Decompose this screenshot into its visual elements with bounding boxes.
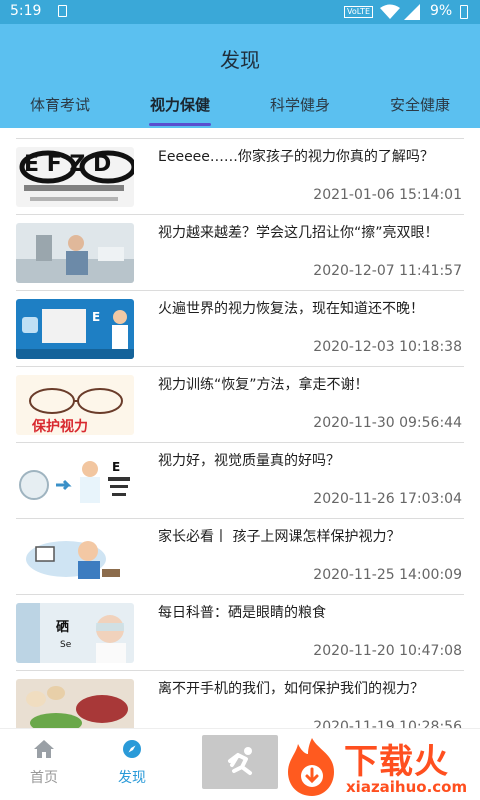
watermark-url: xiazaihuo.com — [346, 778, 468, 796]
category-tabs: 体育考试 视力保健 科学健身 安全健康 — [0, 88, 480, 128]
selenium-char: 硒 — [56, 620, 69, 635]
status-bar: 5:19 VoLTE 9% — [0, 0, 480, 24]
battery-percent: 9% — [430, 3, 453, 19]
selenium-symbol: Se — [60, 640, 72, 650]
list-item[interactable]: 离不开手机的我们，如何保护我们的视力？ 2020-11-19 10:28:56 — [16, 670, 464, 728]
article-date: 2020-12-03 10:18:38 — [313, 339, 462, 355]
watermark: 下载火 xiazaihuo.com — [284, 734, 480, 800]
exercise-button[interactable] — [202, 735, 278, 789]
flame-logo-icon — [288, 738, 334, 796]
list-item[interactable]: 保护视力 视力训练“恢复”方法，拿走不谢！ 2020-11-30 09:56:4… — [16, 366, 464, 442]
tab-label: 科学健身 — [269, 96, 330, 114]
list-item[interactable]: E 视力好，视觉质量真的好吗？ 2020-11-26 17:03:04 — [16, 442, 464, 518]
active-tab-indicator — [149, 123, 211, 126]
article-date: 2020-11-20 10:47:08 — [313, 643, 462, 659]
article-thumbnail: 保护视力 — [16, 375, 134, 435]
article-date: 2020-11-25 14:00:09 — [313, 567, 462, 583]
watermark-brand: 下载火 — [344, 742, 449, 782]
svg-text:E: E — [92, 310, 100, 324]
tab-label: 安全健康 — [389, 96, 450, 114]
home-icon — [34, 740, 54, 758]
article-title: 视力越来越差？学会这几招让你“擦”亮双眼！ — [158, 225, 439, 241]
tab-label: 体育考试 — [29, 96, 90, 114]
tab-vision-care[interactable]: 视力保健 — [120, 88, 240, 128]
nav-home-label: 首页 — [30, 770, 58, 786]
wifi-icon — [380, 4, 400, 19]
article-list[interactable]: E F Z D Eeeeee……你家孩子的视力你真的了解吗？ 2021-01-0… — [0, 128, 480, 728]
status-time: 5:19 — [10, 3, 42, 19]
article-date: 2021-01-06 15:14:01 — [313, 187, 462, 203]
list-item[interactable]: 硒 Se 每日科普：硒是眼睛的粮食 2020-11-20 10:47:08 — [16, 594, 464, 670]
article-date: 2020-12-07 11:41:57 — [313, 263, 462, 279]
glasses-caption: 保护视力 — [31, 418, 88, 435]
article-thumbnail: E — [16, 451, 134, 511]
compass-icon — [123, 740, 141, 758]
article-title: Eeeeee……你家孩子的视力你真的了解吗？ — [158, 149, 434, 165]
running-icon — [228, 747, 252, 775]
volte-badge: VoLTE — [344, 6, 374, 18]
tab-scientific-fitness[interactable]: 科学健身 — [240, 88, 360, 128]
list-item[interactable]: 视力越来越差？学会这几招让你“擦”亮双眼！ 2020-12-07 11:41:5… — [16, 214, 464, 290]
article-date: 2020-11-30 09:56:44 — [313, 415, 462, 431]
article-title: 火遍世界的视力恢复法，现在知道还不晚！ — [158, 301, 424, 317]
article-thumbnail — [16, 679, 134, 728]
sim-card-icon — [58, 5, 67, 17]
app-header: 发现 体育考试 视力保健 科学健身 安全健康 — [0, 24, 480, 128]
page-title: 发现 — [220, 48, 260, 72]
list-item[interactable]: E 火遍世界的视力恢复法，现在知道还不晚！ 2020-12-03 10:18:3… — [16, 290, 464, 366]
article-thumbnail: E F Z D — [16, 147, 134, 207]
svg-text:E: E — [112, 460, 120, 474]
article-title: 视力好，视觉质量真的好吗？ — [158, 453, 340, 469]
list-item[interactable]: E F Z D Eeeeee……你家孩子的视力你真的了解吗？ 2021-01-0… — [16, 138, 464, 214]
nav-discover[interactable]: 发现 — [102, 739, 162, 787]
article-title: 离不开手机的我们，如何保护我们的视力？ — [158, 681, 424, 697]
article-title: 每日科普：硒是眼睛的粮食 — [158, 605, 326, 621]
list-item[interactable]: 家长必看丨 孩子上网课怎样保护视力？ 2020-11-25 14:00:09 — [16, 518, 464, 594]
article-date: 2020-11-19 10:28:56 — [313, 719, 462, 728]
article-title: 视力训练“恢复”方法，拿走不谢！ — [158, 377, 369, 393]
nav-discover-label: 发现 — [118, 770, 146, 786]
tab-safety-health[interactable]: 安全健康 — [360, 88, 480, 128]
article-thumbnail: 硒 Se — [16, 603, 134, 663]
battery-icon — [460, 5, 468, 19]
article-thumbnail: E — [16, 299, 134, 359]
article-thumbnail — [16, 223, 134, 283]
article-title: 家长必看丨 孩子上网课怎样保护视力？ — [158, 529, 401, 545]
tab-label: 视力保健 — [149, 96, 210, 114]
signal-icon — [404, 4, 420, 20]
nav-home[interactable]: 首页 — [14, 739, 74, 787]
article-date: 2020-11-26 17:03:04 — [313, 491, 462, 507]
article-thumbnail — [16, 527, 134, 587]
tab-sports-exam[interactable]: 体育考试 — [0, 88, 120, 128]
